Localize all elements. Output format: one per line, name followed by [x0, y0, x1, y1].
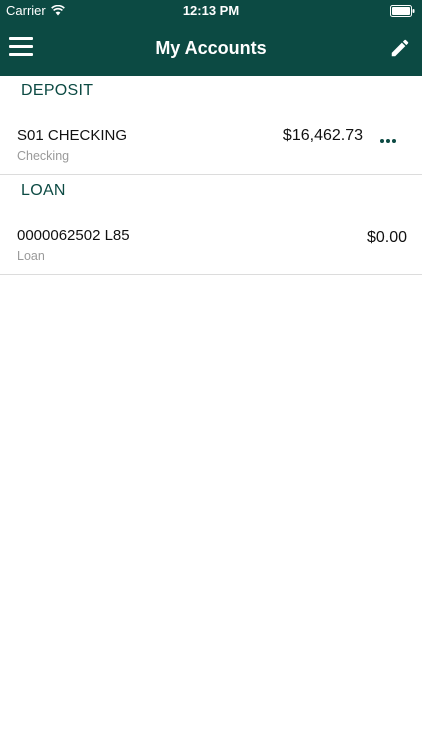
ellipsis-icon[interactable]: [380, 139, 398, 145]
screen: Carrier 12:13 PM My Accounts DEPOSIT S01…: [0, 0, 422, 750]
section-header-deposit: DEPOSIT: [21, 82, 94, 99]
account-row-checking[interactable]: S01 CHECKING Checking $16,462.73: [0, 119, 422, 175]
status-time: 12:13 PM: [182, 3, 240, 18]
battery-icon: [390, 5, 415, 17]
account-name: S01 CHECKING: [17, 127, 128, 144]
nav-bar: My Accounts: [0, 22, 422, 76]
account-balance: $0.00: [366, 229, 407, 246]
section-header-loan: LOAN: [21, 182, 66, 199]
account-row-loan[interactable]: 0000062502 L85 Loan $0.00: [0, 219, 422, 275]
pencil-icon[interactable]: [389, 37, 411, 59]
status-bar: Carrier 12:13 PM: [0, 0, 422, 22]
account-name: 0000062502 L85: [17, 227, 130, 244]
account-type: Checking: [17, 149, 70, 163]
account-balance: $16,462.73: [282, 127, 363, 144]
page-title: My Accounts: [155, 38, 267, 58]
account-type: Loan: [17, 249, 45, 263]
